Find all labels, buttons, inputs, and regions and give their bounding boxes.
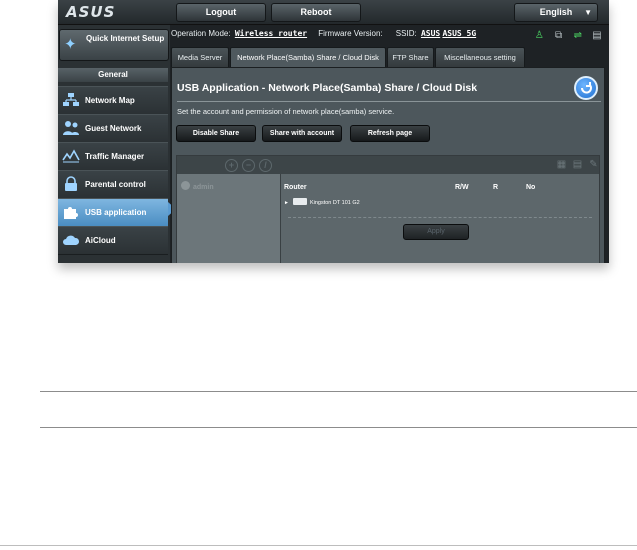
language-select[interactable]: English ▼ xyxy=(514,3,598,22)
network-status-icon[interactable]: ⧉ xyxy=(553,30,565,42)
page-title: USB Application - Network Place(Samba) S… xyxy=(177,82,478,94)
sidebar-item-label: Parental control xyxy=(85,180,146,189)
add-folder-icon[interactable]: ▦ xyxy=(556,159,567,171)
operation-mode-link[interactable]: Wireless router xyxy=(235,29,307,38)
asus-logo: ASUS xyxy=(66,3,116,21)
document-rule-1 xyxy=(40,391,637,392)
disable-share-button[interactable]: Disable Share xyxy=(176,125,256,142)
guest-network-icon xyxy=(63,121,79,135)
column-rw: R/W xyxy=(455,184,469,191)
apply-button[interactable]: Apply xyxy=(403,224,469,240)
tab-media-server[interactable]: Media Server xyxy=(171,47,229,68)
ssid-link-1[interactable]: ASUS xyxy=(421,29,440,38)
account-name: admin xyxy=(193,184,214,191)
quick-internet-setup-label: Quick Internet Setup xyxy=(86,34,165,43)
ssid-link-2[interactable]: ASUS_5G xyxy=(442,29,476,38)
edit-account-icon[interactable]: / xyxy=(259,159,272,172)
sidebar-item-guest-network[interactable]: Guest Network xyxy=(58,114,168,143)
title-divider xyxy=(177,101,601,102)
sidebar-section-general: General xyxy=(58,68,168,82)
share-table-toolbar: + − / ▦ ▤ ✎ xyxy=(177,156,599,174)
firmware-label: Firmware Version: xyxy=(318,29,383,38)
sidebar-item-parental-control[interactable]: Parental control xyxy=(58,170,168,199)
operation-mode-label: Operation Mode: xyxy=(171,29,231,38)
tab-samba-share[interactable]: Network Place(Samba) Share / Cloud Disk xyxy=(230,47,386,68)
remove-account-icon[interactable]: − xyxy=(242,159,255,172)
permission-area: Router R/W R No ► Kingston DT 101 G2 Appl… xyxy=(280,174,599,263)
top-bar: ASUS Logout Reboot English ▼ xyxy=(58,0,609,25)
disk-icon xyxy=(292,198,307,205)
back-button[interactable] xyxy=(574,76,598,100)
status-icons: ♙ ⧉ ⇌ ▤ xyxy=(528,27,603,45)
delete-folder-icon[interactable]: ▤ xyxy=(572,159,583,171)
disk-name: Kingston DT 101 G2 xyxy=(309,200,360,206)
lock-icon xyxy=(65,176,77,191)
expand-icon[interactable]: ► xyxy=(284,200,289,206)
account-admin[interactable]: admin xyxy=(181,181,214,191)
info-row: Operation Mode: Wireless router Firmware… xyxy=(171,25,609,43)
sidebar-item-label: Guest Network xyxy=(85,124,142,133)
account-list: admin xyxy=(177,174,281,263)
network-map-icon xyxy=(63,93,79,106)
document-rule-3 xyxy=(0,545,637,546)
column-router: Router xyxy=(284,184,307,191)
sidebar-item-label: AiCloud xyxy=(85,236,116,245)
router-ui-screenshot: ASUS Logout Reboot English ▼ Operation M… xyxy=(58,0,609,263)
share-permission-table: + − / ▦ ▤ ✎ admin Router R/W R No ► Kings… xyxy=(176,155,600,263)
main-panel: USB Application - Network Place(Samba) S… xyxy=(171,67,605,263)
refresh-page-button[interactable]: Refresh page xyxy=(350,125,430,142)
sidebar-item-usb-application[interactable]: USB application xyxy=(58,198,168,227)
tab-miscellaneous-setting[interactable]: Miscellaneous setting xyxy=(435,47,525,68)
magic-wand-icon: ✦ xyxy=(64,36,77,53)
column-no: No xyxy=(526,184,536,191)
logout-button[interactable]: Logout xyxy=(176,3,266,22)
usb-status-icon[interactable]: ⇌ xyxy=(572,30,584,42)
sidebar-item-label: USB application xyxy=(85,208,147,217)
column-r: R xyxy=(493,184,499,191)
quick-internet-setup-button[interactable]: ✦ Quick Internet Setup xyxy=(59,29,169,61)
sidebar-item-traffic-manager[interactable]: Traffic Manager xyxy=(58,142,168,171)
document-rule-2 xyxy=(40,427,637,428)
puzzle-icon xyxy=(64,207,78,219)
chevron-down-icon: ▼ xyxy=(584,8,592,17)
sidebar: ✦ Quick Internet Setup General Network M… xyxy=(58,25,170,263)
page-description: Set the account and permission of networ… xyxy=(177,107,395,116)
edit-folder-icon[interactable]: ✎ xyxy=(588,159,599,171)
sidebar-item-label: Traffic Manager xyxy=(85,152,145,161)
reboot-button[interactable]: Reboot xyxy=(271,3,361,22)
disk-row[interactable]: ► Kingston DT 101 G2 xyxy=(284,198,360,206)
cloud-icon xyxy=(63,235,80,245)
add-account-icon[interactable]: + xyxy=(225,159,238,172)
sidebar-item-label: Network Map xyxy=(85,96,135,105)
share-with-account-button[interactable]: Share with account xyxy=(262,125,342,142)
sidebar-item-network-map[interactable]: Network Map xyxy=(58,86,168,115)
sidebar-item-aicloud[interactable]: AiCloud xyxy=(58,226,168,255)
user-icon xyxy=(181,181,190,190)
printer-status-icon[interactable]: ▤ xyxy=(591,30,603,42)
language-value: English xyxy=(539,7,573,17)
client-status-icon[interactable]: ♙ xyxy=(533,30,545,42)
traffic-manager-icon xyxy=(62,149,80,163)
row-separator xyxy=(288,217,592,218)
back-arrow-icon xyxy=(580,82,592,94)
tab-ftp-share[interactable]: FTP Share xyxy=(387,47,434,68)
ssid-label: SSID: xyxy=(395,29,417,38)
